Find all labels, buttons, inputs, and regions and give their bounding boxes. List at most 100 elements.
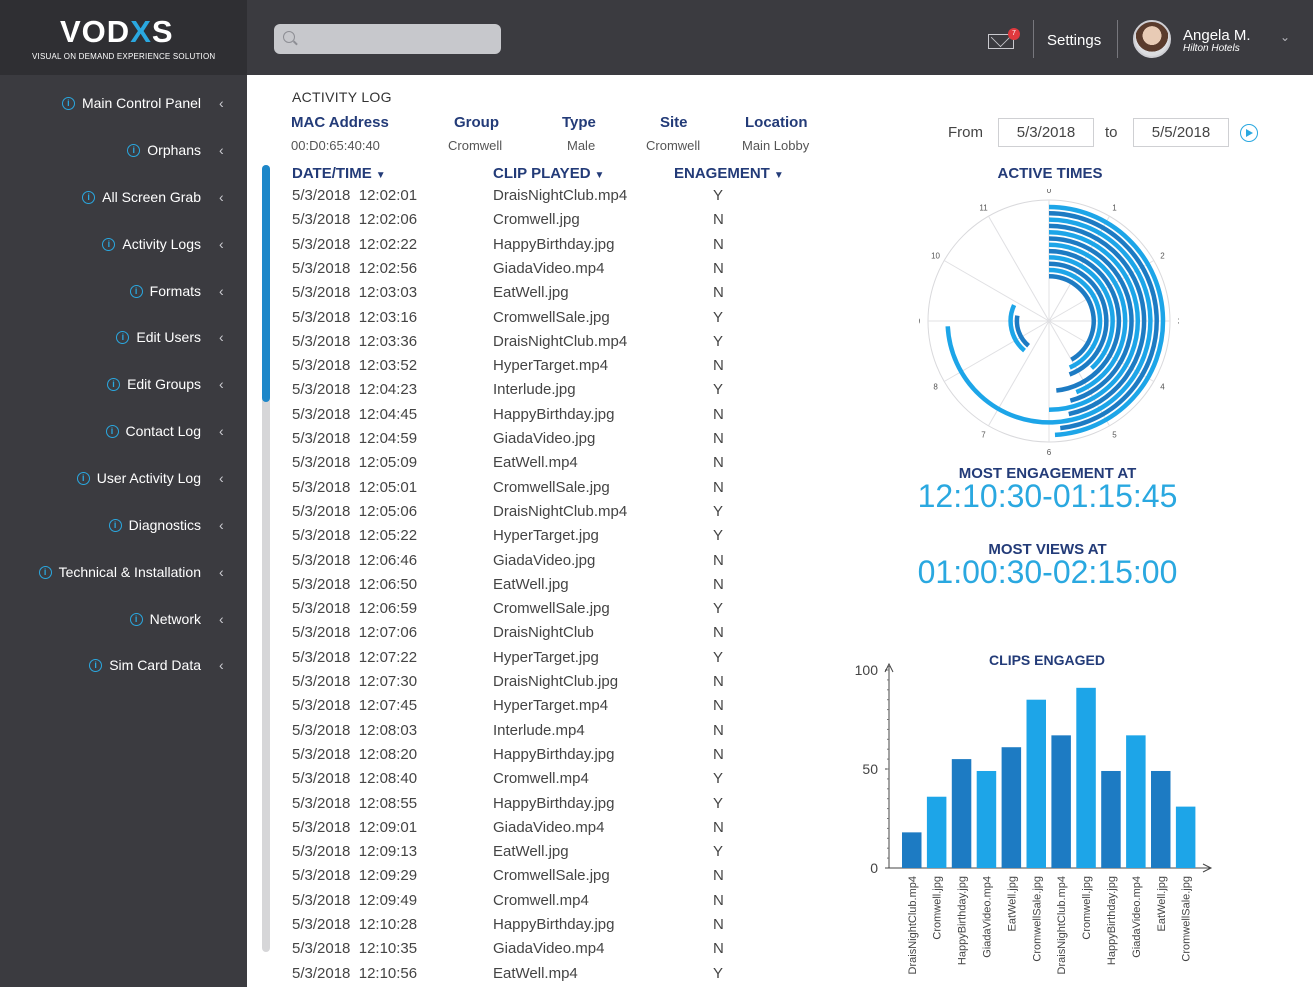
table-row[interactable]: 5/3/2018 12:07:30 DraisNightClub.jpg N [292,673,752,697]
settings-button[interactable]: Settings [1047,32,1101,49]
table-row[interactable]: 5/3/2018 12:02:01 DraisNightClub.mp4 Y [292,187,752,211]
bar [902,832,922,868]
sidebar-item[interactable]: i User Activity Log ‹ [76,468,227,488]
bar [1026,699,1046,868]
table-row[interactable]: 5/3/2018 12:08:20 HappyBirthday.jpg N [292,746,752,770]
radial-tick-label: 11 [979,204,988,213]
clip-column-header[interactable]: CLIP PLAYED ▼ [493,165,604,182]
sidebar-item[interactable]: i Contact Log ‹ [105,421,228,441]
sidebar-item[interactable]: i Technical & Installation ‹ [38,562,227,582]
to-date-input[interactable]: 5/5/2018 [1133,118,1229,147]
table-row[interactable]: 5/3/2018 12:10:56 EatWell.mp4 Y [292,965,752,989]
table-row[interactable]: 5/3/2018 12:06:50 EatWell.jpg N [292,576,752,600]
chevron-down-icon[interactable]: ⌄ [1280,30,1290,44]
table-row[interactable]: 5/3/2018 12:04:45 HappyBirthday.jpg N [292,406,752,430]
x-tick-label: HappyBirthday.jpg [1106,876,1118,965]
row-datetime: 5/3/2018 12:02:56 [292,259,418,277]
row-engagement: Y [713,381,724,399]
table-row[interactable]: 5/3/2018 12:07:22 HyperTarget.jpg Y [292,649,752,673]
table-row[interactable]: 5/3/2018 12:08:55 HappyBirthday.jpg Y [292,795,752,819]
chevron-left-icon: ‹ [219,329,224,345]
table-row[interactable]: 5/3/2018 12:05:09 EatWell.mp4 N [292,454,752,478]
row-engagement: N [713,624,724,642]
sidebar-item[interactable]: i Orphans ‹ [127,140,227,160]
table-row[interactable]: 5/3/2018 12:09:49 Cromwell.mp4 N [292,892,752,916]
row-engagement: Y [713,332,724,350]
sidebar-item[interactable]: i Diagnostics ‹ [108,515,227,535]
table-row[interactable]: 5/3/2018 12:04:59 GiadaVideo.jpg N [292,430,752,454]
table-row[interactable]: 5/3/2018 12:09:29 CromwellSale.jpg N [292,867,752,891]
sidebar-item[interactable]: i Edit Groups ‹ [107,374,227,394]
row-clip: EatWell.mp4 [493,964,578,982]
logo-wordmark: VODXS [60,14,174,49]
table-row[interactable]: 5/3/2018 12:03:16 CromwellSale.jpg Y [292,309,752,333]
sidebar: VODXS VISUAL ON DEMAND EXPERIENCE SOLUTI… [0,0,247,987]
table-row[interactable]: 5/3/2018 12:06:59 CromwellSale.jpg Y [292,600,752,624]
sidebar-item[interactable]: i All Screen Grab ‹ [82,187,227,207]
info-icon: i [105,424,119,438]
info-icon: i [129,284,143,298]
table-row[interactable]: 5/3/2018 12:05:01 CromwellSale.jpg N [292,479,752,503]
table-row[interactable]: 5/3/2018 12:02:22 HappyBirthday.jpg N [292,236,752,260]
table-row[interactable]: 5/3/2018 12:08:03 Interlude.mp4 N [292,722,752,746]
sidebar-item[interactable]: i Edit Users ‹ [116,327,227,347]
x-tick-label: CromwellSale.jpg [1031,876,1043,962]
sidebar-item[interactable]: i Network ‹ [129,609,227,629]
views-value: 01:00:30-02:15:00 [917,554,1178,590]
date-column-header[interactable]: DATE/TIME ▼ [292,165,386,182]
from-date-input[interactable]: 5/3/2018 [998,118,1094,147]
page-title: ACTIVITY LOG [292,89,392,105]
row-datetime: 5/3/2018 12:02:06 [292,211,418,229]
table-row[interactable]: 5/3/2018 12:09:01 GiadaVideo.mp4 N [292,819,752,843]
table-row[interactable]: 5/3/2018 12:10:35 GiadaVideo.mp4 N [292,940,752,964]
row-datetime: 5/3/2018 12:10:56 [292,964,418,982]
avatar[interactable] [1133,20,1171,58]
radial-tick-label: 9 [919,317,921,326]
x-tick-label: HappyBirthday.jpg [957,876,969,965]
row-clip: CromwellSale.jpg [493,308,610,326]
table-row[interactable]: 5/3/2018 12:07:45 HyperTarget.mp4 N [292,697,752,721]
sidebar-item[interactable]: i Sim Card Data ‹ [89,655,227,675]
radial-spoke [988,215,1050,322]
chevron-left-icon: ‹ [219,517,224,533]
apply-date-button[interactable] [1240,124,1258,142]
row-datetime: 5/3/2018 12:02:22 [292,235,418,253]
row-engagement: Y [713,843,724,861]
table-row[interactable]: 5/3/2018 12:03:03 EatWell.jpg N [292,284,752,308]
user-name[interactable]: Angela M. [1183,27,1251,44]
table-row[interactable]: 5/3/2018 12:02:06 Cromwell.jpg N [292,211,752,235]
sidebar-item[interactable]: i Formats ‹ [129,281,227,301]
table-row[interactable]: 5/3/2018 12:09:13 EatWell.jpg Y [292,843,752,867]
table-row[interactable]: 5/3/2018 12:05:22 HyperTarget.jpg Y [292,527,752,551]
table-row[interactable]: 5/3/2018 12:03:36 DraisNightClub.mp4 Y [292,333,752,357]
row-datetime: 5/3/2018 12:03:16 [292,308,418,326]
table-row[interactable]: 5/3/2018 12:08:40 Cromwell.mp4 Y [292,770,752,794]
sidebar-item-label: Edit Groups [127,376,201,392]
engagement-column-label: ENAGEMENT [674,165,770,182]
engagement-column-header[interactable]: ENAGEMENT ▼ [674,165,784,182]
table-row[interactable]: 5/3/2018 12:02:56 GiadaVideo.mp4 N [292,260,752,284]
table-row[interactable]: 5/3/2018 12:10:28 HappyBirthday.jpg N [292,916,752,940]
search-input[interactable] [274,24,501,54]
row-datetime: 5/3/2018 12:10:35 [292,940,418,958]
radial-tick-label: 6 [1047,448,1052,457]
sidebar-item[interactable]: i Activity Logs ‹ [102,234,227,254]
mac-label: MAC Address [291,114,389,131]
row-engagement: N [713,551,724,569]
sidebar-item[interactable]: i Main Control Panel ‹ [61,93,227,113]
row-clip: GiadaVideo.mp4 [493,259,605,277]
clips-engaged-chart: CLIPS ENGAGED 0 50 100 DraisNightClub.mp4 Cro… [855,652,1213,974]
row-datetime: 5/3/2018 12:02:01 [292,187,418,204]
logo-tagline: VISUAL ON DEMAND EXPERIENCE SOLUTION [32,52,216,61]
sidebar-item-label: Activity Logs [122,236,201,252]
table-row[interactable]: 5/3/2018 12:05:06 DraisNightClub.mp4 Y [292,503,752,527]
scrollbar-thumb[interactable] [262,165,270,402]
row-engagement: Y [713,308,724,326]
bar [1001,747,1022,868]
table-row[interactable]: 5/3/2018 12:07:06 DraisNightClub N [292,624,752,648]
table-row[interactable]: 5/3/2018 12:03:52 HyperTarget.mp4 N [292,357,752,381]
table-row[interactable]: 5/3/2018 12:04:23 Interlude.jpg Y [292,381,752,405]
row-datetime: 5/3/2018 12:09:49 [292,891,418,909]
row-datetime: 5/3/2018 12:04:45 [292,405,418,423]
table-row[interactable]: 5/3/2018 12:06:46 GiadaVideo.jpg N [292,552,752,576]
